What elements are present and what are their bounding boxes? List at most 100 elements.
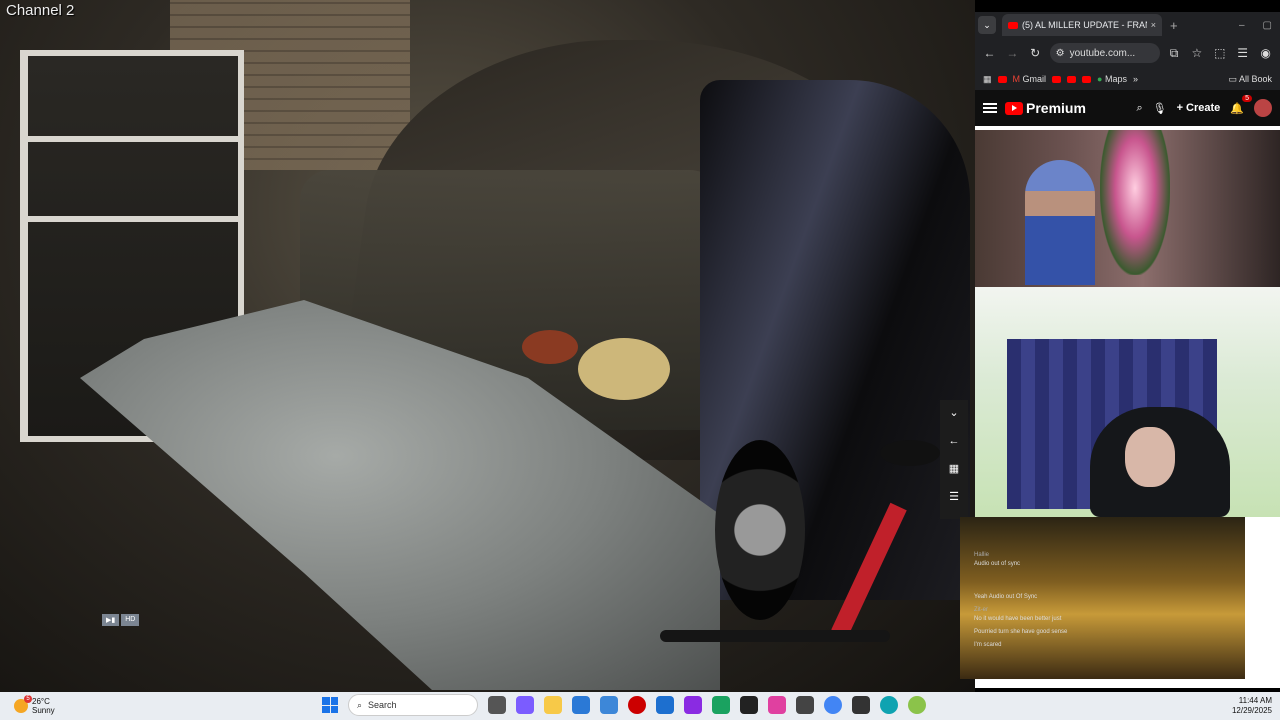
hamburger-menu-icon[interactable] — [983, 101, 997, 115]
youtube-logo[interactable]: Premium — [1005, 100, 1086, 116]
app-icon[interactable] — [656, 696, 674, 714]
forward-icon[interactable]: → — [1004, 46, 1021, 60]
chat-message: I'm scared — [974, 642, 1002, 648]
bookmark-star-icon[interactable]: ☆ — [1189, 46, 1206, 60]
search-placeholder: Search — [368, 700, 397, 710]
youtube-bookmark-icon[interactable] — [1052, 75, 1062, 83]
taskbar: 5 26°C Sunny ⌕ Search 11:44 AM 12/29/202… — [0, 692, 1280, 720]
mini-side-controls: ⌄ ← ▦ ☰ — [940, 400, 968, 519]
site-info-icon[interactable]: ⚙ — [1056, 48, 1065, 59]
youtube-play-icon — [1005, 101, 1023, 115]
tab-youtube[interactable]: (5) AL MILLER UPDATE - FRAN × — [1002, 14, 1162, 36]
plus-icon: + — [1176, 102, 1184, 114]
apps-icon[interactable]: ▦ — [983, 74, 992, 85]
clock-date: 12/29/2025 — [1231, 706, 1272, 715]
sun-icon: 5 — [14, 695, 32, 713]
youtube-favicon-icon — [1008, 21, 1018, 29]
weather-desc: Sunny — [32, 706, 55, 715]
folder-icon: ▭ — [1228, 73, 1237, 84]
system-clock[interactable]: 11:44 AM 12/29/2025 — [1232, 696, 1272, 716]
record-icon[interactable] — [628, 696, 646, 714]
store-icon[interactable] — [572, 696, 590, 714]
new-tab-button[interactable]: + — [1170, 18, 1178, 33]
youtube-bookmark-icon[interactable] — [1082, 75, 1092, 83]
christmas-tree — [1100, 130, 1170, 275]
tab-search-button[interactable]: ⌄ — [978, 16, 996, 34]
reload-icon[interactable]: ↻ — [1027, 46, 1044, 60]
all-bookmarks[interactable]: ▭ All Book — [1228, 74, 1272, 85]
logo-text: Premium — [1026, 100, 1086, 116]
clock-time: 11:44 AM — [1238, 696, 1272, 705]
video-icon: ▶▮ — [102, 614, 120, 626]
stream-quality-badge[interactable]: ▶▮ HD — [102, 614, 140, 626]
avatar[interactable] — [1254, 99, 1272, 117]
youtube-bookmark-icon[interactable] — [1067, 75, 1077, 83]
back-arrow-icon[interactable]: ← — [944, 432, 964, 450]
app-icon[interactable] — [852, 696, 870, 714]
app-icon-p[interactable] — [516, 696, 534, 714]
channel-label: Channel 2 — [6, 2, 75, 19]
chat-overlay: Hallie Audio out of sync Yeah Audio out O… — [960, 517, 1245, 679]
app-icon[interactable] — [712, 696, 730, 714]
grid-icon[interactable]: ▦ — [944, 460, 964, 478]
webcam-inset — [975, 287, 1280, 517]
profile-icon[interactable]: ◉ — [1257, 46, 1274, 60]
chat-message: Zit-er No it would have been better just — [974, 607, 1062, 622]
weather-temp: 26°C — [32, 697, 50, 706]
chevron-down-icon[interactable]: ⌄ — [944, 404, 964, 422]
chrome-icon[interactable] — [824, 696, 842, 714]
polishing-pad — [522, 330, 578, 364]
app-icon[interactable] — [908, 696, 926, 714]
task-view-icon[interactable] — [488, 696, 506, 714]
more-bookmarks-icon[interactable]: » — [1133, 74, 1138, 84]
app-icon[interactable] — [684, 696, 702, 714]
hd-label: HD — [121, 614, 140, 626]
chat-message: Yeah Audio out Of Sync — [974, 594, 1038, 600]
taskbar-search[interactable]: ⌕ Search — [348, 694, 478, 716]
tab-groups-icon[interactable]: ☰ — [1234, 46, 1251, 60]
microphone-icon[interactable]: 🎙 — [1153, 102, 1167, 115]
youtube-header: Premium ⌕ 🎙 + Create 🔔 5 — [975, 90, 1280, 126]
weather-widget[interactable]: 5 26°C Sunny — [0, 695, 55, 715]
nav-bar: ← → ↻ ⚙ youtube.com... ⧉ ☆ ⬚ ☰ ◉ — [975, 38, 1280, 68]
app-icon[interactable] — [796, 696, 814, 714]
video-player[interactable] — [975, 130, 1280, 287]
car-wheel — [715, 440, 805, 620]
bicycle — [660, 420, 950, 660]
tab-close-icon[interactable]: × — [1151, 20, 1156, 30]
capcut-icon[interactable] — [740, 696, 758, 714]
app-icon[interactable] — [600, 696, 618, 714]
chat-message: Hallie Audio out of sync — [974, 552, 1021, 567]
back-icon[interactable]: ← — [981, 46, 998, 60]
streamer-face — [1125, 427, 1175, 487]
chat-message: Pourried turn she have good sense — [974, 629, 1068, 635]
streamer — [1025, 160, 1095, 285]
start-button[interactable] — [322, 697, 338, 713]
address-bar[interactable]: ⚙ youtube.com... — [1049, 43, 1160, 63]
search-icon: ⌕ — [357, 699, 363, 710]
notification-badge: 5 — [1242, 94, 1252, 102]
tab-title: (5) AL MILLER UPDATE - FRAN — [1022, 20, 1147, 30]
weather-badge: 5 — [24, 695, 32, 703]
youtube-bookmark-icon[interactable] — [997, 75, 1007, 83]
bookmark-gmail[interactable]: M Gmail — [1013, 74, 1047, 84]
camera-feed — [0, 0, 975, 692]
create-button[interactable]: + Create — [1177, 102, 1221, 114]
maximize-button[interactable]: ▢ — [1263, 20, 1272, 31]
edge-icon[interactable] — [880, 696, 898, 714]
file-explorer-icon[interactable] — [544, 696, 562, 714]
minimize-button[interactable]: – — [1239, 20, 1245, 31]
gmail-icon: M — [1012, 74, 1021, 84]
notifications-bell-icon[interactable]: 🔔 5 — [1230, 94, 1252, 115]
polishing-pad — [578, 338, 670, 400]
url-text: youtube.com... — [1069, 47, 1136, 59]
app-icon[interactable] — [768, 696, 786, 714]
bookmarks-bar: ▦ M Gmail ● Maps » ▭ All Book — [975, 68, 1280, 90]
tab-strip: ⌄ (5) AL MILLER UPDATE - FRAN × + – ▢ — [975, 12, 1280, 38]
search-icon[interactable]: ⌕ — [1136, 102, 1142, 115]
menu-icon[interactable]: ☰ — [944, 488, 964, 506]
extensions-icon[interactable]: ⬚ — [1211, 46, 1228, 60]
install-app-icon[interactable]: ⧉ — [1166, 46, 1183, 61]
bookmark-maps[interactable]: ● Maps — [1097, 74, 1127, 84]
maps-pin-icon: ● — [1097, 74, 1103, 84]
